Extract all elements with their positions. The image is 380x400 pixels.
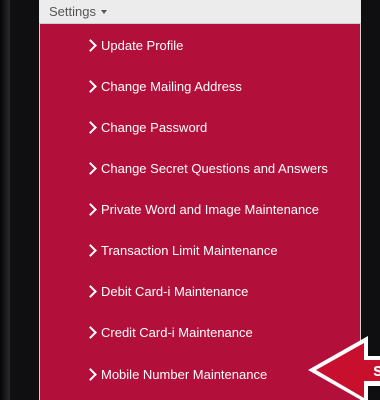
menu-item-label: Update Profile — [101, 37, 184, 53]
chevron-right-icon — [84, 79, 97, 93]
chevron-right-icon — [84, 284, 97, 298]
settings-label: Settings — [49, 4, 96, 19]
menu-item-label: Debit Card-i Maintenance — [101, 283, 249, 299]
chevron-right-icon — [84, 38, 97, 52]
menu-item-label: Transaction Limit Maintenance — [101, 242, 278, 258]
menu-item-change-secret-questions[interactable]: Change Secret Questions and Answers — [39, 153, 361, 183]
arrow-left-icon: s — [308, 336, 380, 400]
menu-item-label: Mobile Number Maintenance — [101, 366, 268, 382]
menu-item-label: Change Password — [101, 119, 208, 135]
menu-item-label: Credit Card-i Maintenance — [101, 324, 253, 340]
settings-dropdown[interactable]: Settings — [39, 0, 361, 24]
menu-item-change-mailing-address[interactable]: Change Mailing Address — [39, 71, 361, 101]
menu-item-label: Change Secret Questions and Answers — [101, 160, 328, 176]
phone-frame: Settings Update Profile Change Mailing A… — [0, 0, 380, 400]
chevron-right-icon — [84, 202, 97, 216]
menu-item-private-word-image[interactable]: Private Word and Image Maintenance — [39, 194, 361, 224]
menu-item-update-profile[interactable]: Update Profile — [39, 30, 361, 60]
menu-item-change-password[interactable]: Change Password — [39, 112, 361, 142]
chevron-right-icon — [84, 120, 97, 134]
menu-item-label: Private Word and Image Maintenance — [101, 201, 319, 217]
menu-item-transaction-limit[interactable]: Transaction Limit Maintenance — [39, 235, 361, 265]
chevron-right-icon — [84, 325, 97, 339]
chevron-right-icon — [84, 367, 97, 381]
phone-bezel — [0, 0, 10, 400]
caret-down-icon — [100, 9, 107, 14]
menu-item-debit-card[interactable]: Debit Card-i Maintenance — [39, 276, 361, 306]
menu-item-label: Change Mailing Address — [101, 78, 242, 94]
chevron-right-icon — [84, 161, 97, 175]
chevron-right-icon — [84, 243, 97, 257]
svg-text:s: s — [373, 360, 380, 380]
